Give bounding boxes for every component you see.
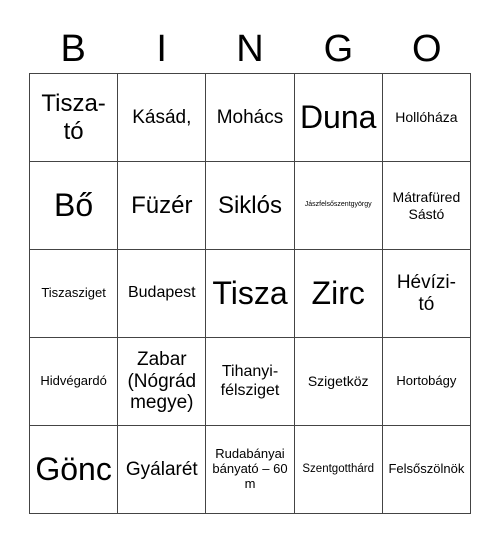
bingo-cell[interactable]: Tiszasziget <box>30 250 119 338</box>
bingo-grid: Tisza- tó Kásád, Mohács Duna Hollóháza B… <box>29 73 471 514</box>
bingo-header: B I N G O <box>29 24 471 74</box>
bingo-cell[interactable]: Tihanyi- félsziget <box>206 338 295 426</box>
bingo-cell[interactable]: Mohács <box>206 74 295 162</box>
bingo-cell[interactable]: Duna <box>294 74 383 162</box>
bingo-cell[interactable]: Hévízi- tó <box>382 250 471 338</box>
bingo-cell[interactable]: Füzér <box>118 162 207 250</box>
header-letter-b: B <box>60 28 86 70</box>
bingo-cell[interactable]: Jászfelsőszentgyörgy <box>294 162 383 250</box>
header-letter-o: O <box>412 28 442 70</box>
bingo-cell[interactable]: Hollóháza <box>382 74 471 162</box>
bingo-cell[interactable]: Bő <box>30 162 119 250</box>
bingo-cell[interactable]: Hidvégardó <box>30 338 119 426</box>
bingo-cell[interactable]: Szigetköz <box>294 338 383 426</box>
bingo-cell[interactable]: Hortobágy <box>382 338 471 426</box>
bingo-cell[interactable]: Zirc <box>294 250 383 338</box>
bingo-cell[interactable]: Gyálarét <box>118 426 207 514</box>
bingo-cell[interactable]: Szentgotthárd <box>294 426 383 514</box>
bingo-cell[interactable]: Siklós <box>206 162 295 250</box>
header-letter-i: I <box>156 28 167 70</box>
bingo-cell[interactable]: Mátrafüred Sástó <box>382 162 471 250</box>
bingo-cell[interactable]: Zabar (Nógrád megye) <box>118 338 207 426</box>
bingo-cell[interactable]: Gönc <box>30 426 119 514</box>
bingo-cell[interactable]: Tisza- tó <box>30 74 119 162</box>
header-letter-n: N <box>236 28 264 70</box>
bingo-cell[interactable]: Budapest <box>118 250 207 338</box>
bingo-cell[interactable]: Felsőszölnök <box>382 426 471 514</box>
bingo-cell[interactable]: Kásád, <box>118 74 207 162</box>
header-letter-g: G <box>323 28 354 70</box>
bingo-cell[interactable]: Tisza <box>206 250 295 338</box>
bingo-cell[interactable]: Rudabányai bányató – 60 m <box>206 426 295 514</box>
